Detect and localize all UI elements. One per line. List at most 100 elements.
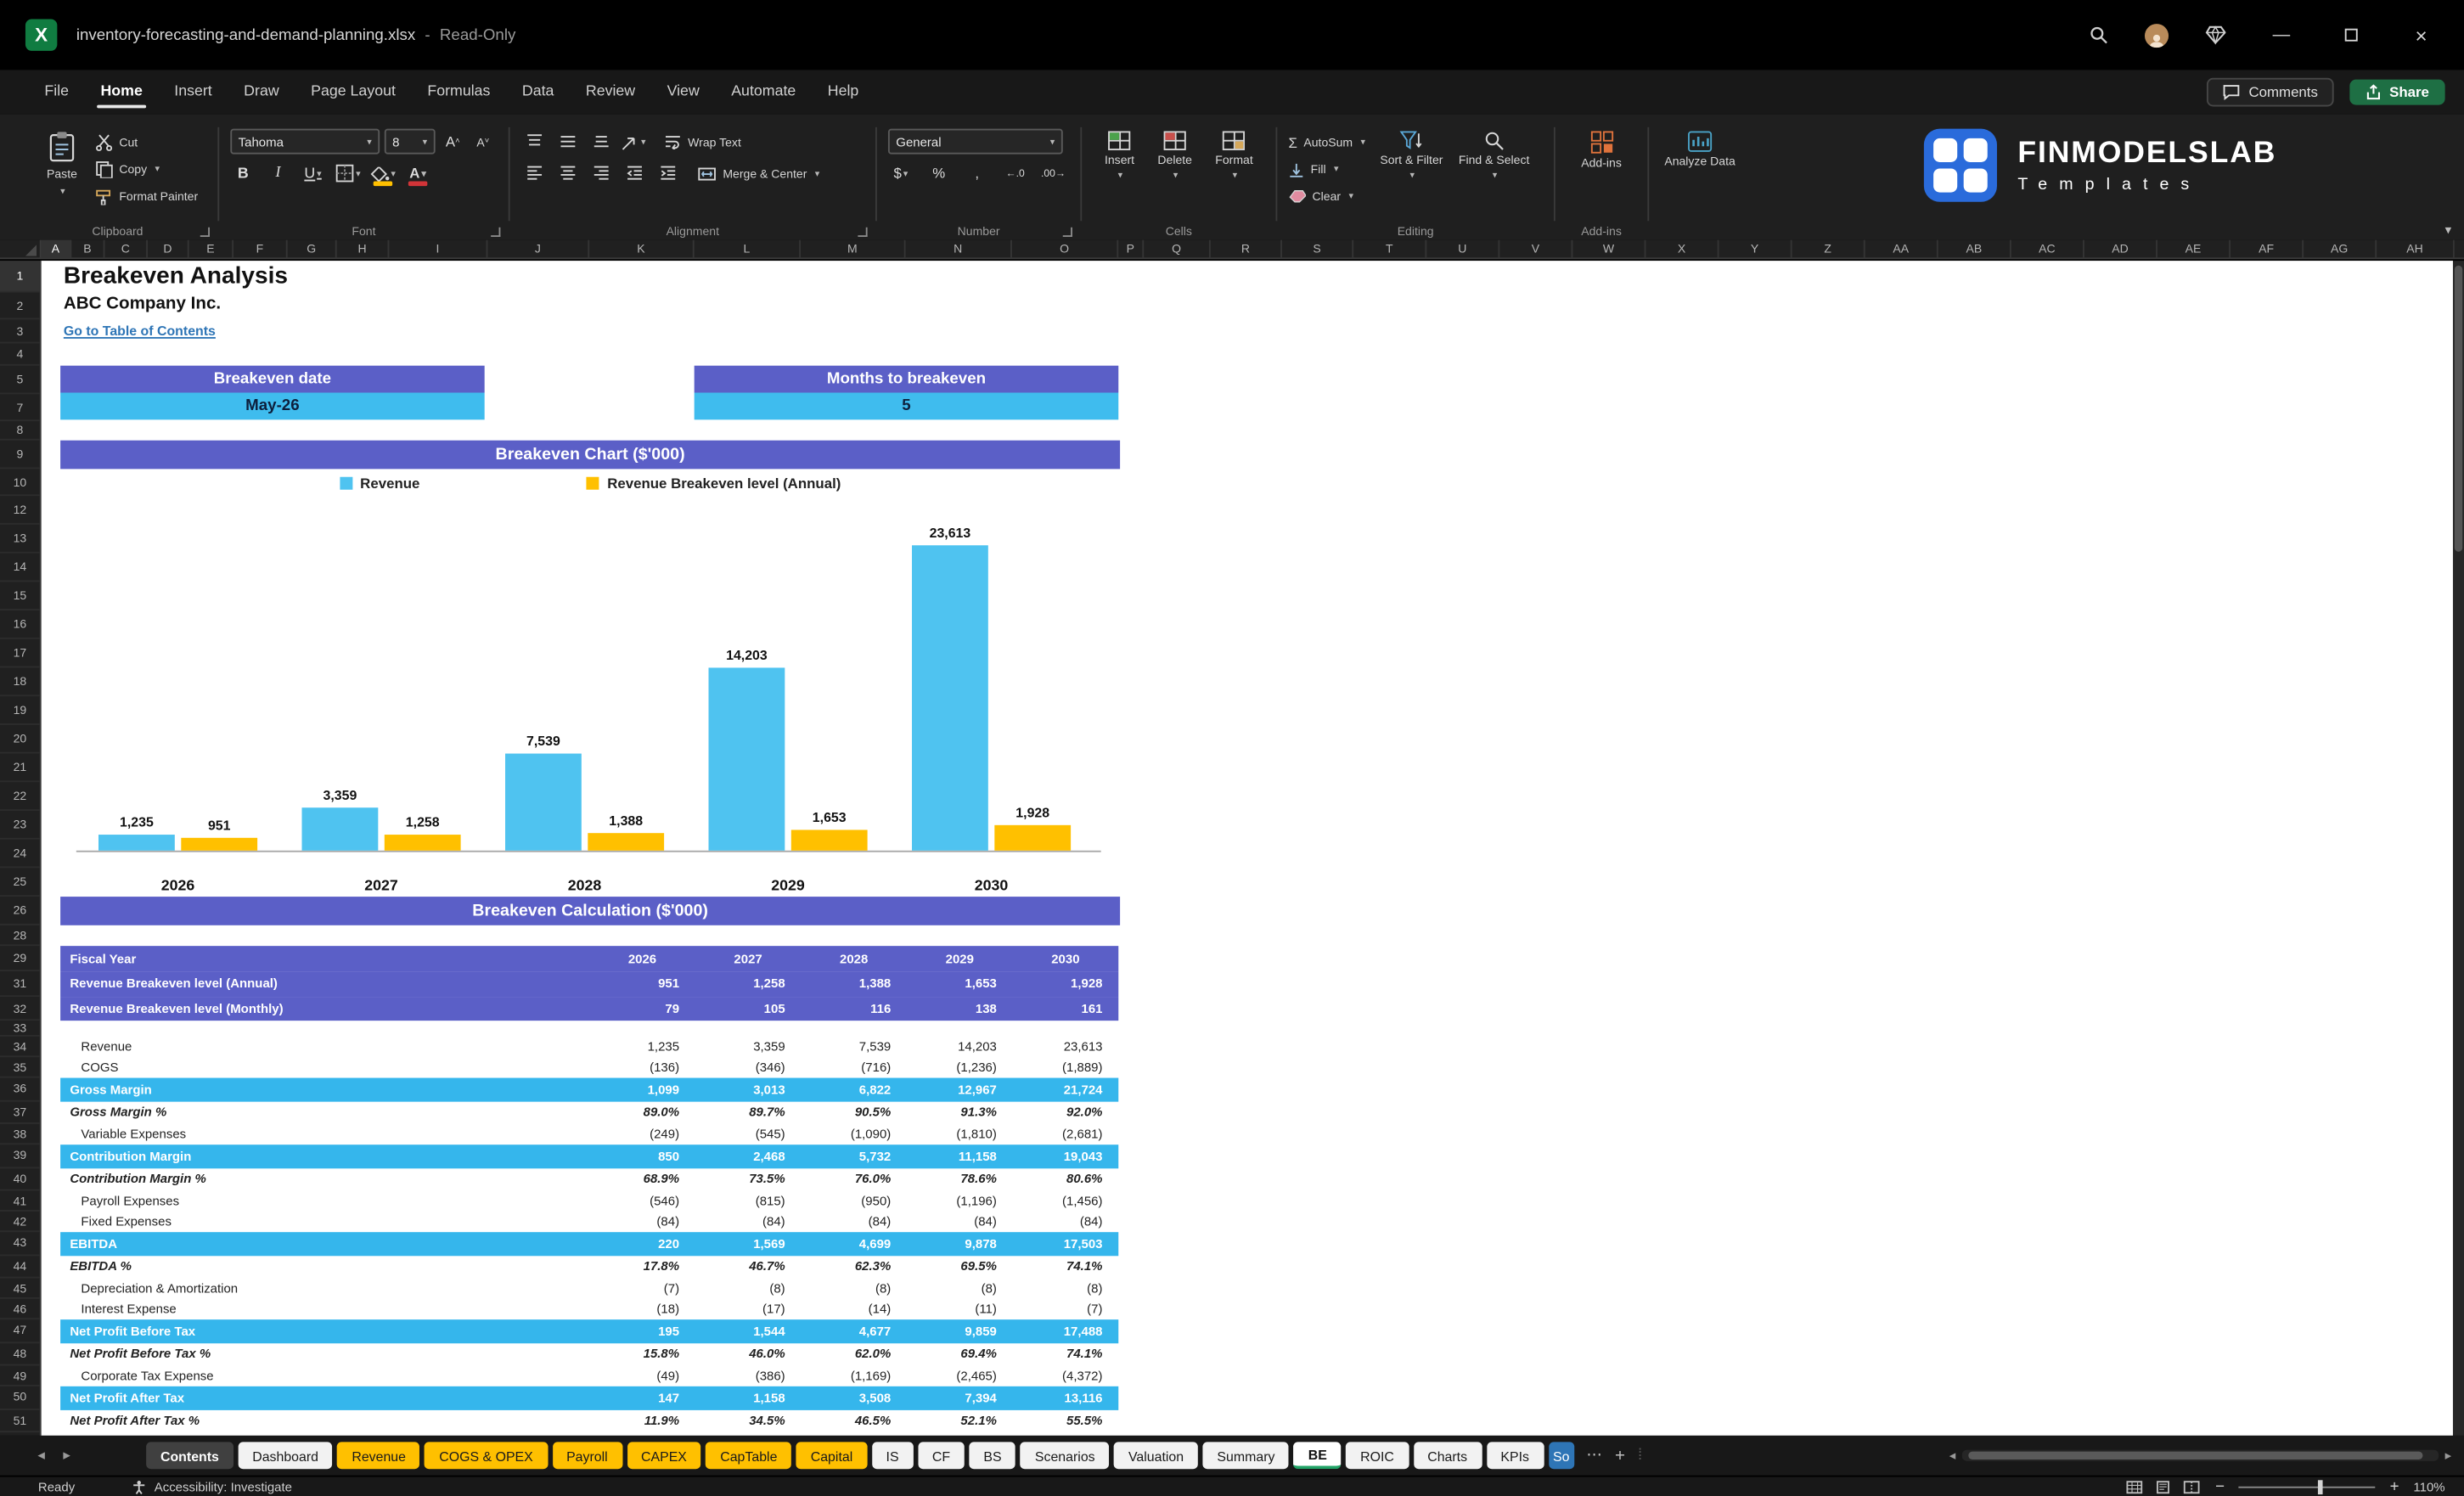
calc-row-label[interactable]: Payroll Expenses — [60, 1194, 589, 1208]
sheet-tab-kpis[interactable]: KPIs — [1486, 1442, 1544, 1470]
calc-cell[interactable]: (8) — [695, 1281, 802, 1296]
sheet-tab-bs[interactable]: BS — [969, 1442, 1016, 1470]
sheet-tab-cf[interactable]: CF — [918, 1442, 965, 1470]
calc-cell[interactable]: 1,099 — [589, 1083, 695, 1097]
sort-filter-button[interactable]: Sort & Filter ▾ — [1375, 124, 1448, 182]
chart-bar-breakeven[interactable] — [588, 832, 665, 851]
column-header-i[interactable]: I — [389, 239, 488, 258]
calc-year-header[interactable]: 2026 — [589, 952, 695, 966]
vertical-scrollbar-thumb[interactable] — [2454, 265, 2463, 552]
column-header-o[interactable]: O — [1012, 239, 1119, 258]
sheet-tab-revenue[interactable]: Revenue — [337, 1442, 420, 1470]
row-header-26[interactable]: 26 — [0, 897, 40, 925]
copy-button[interactable]: Copy ▾ — [95, 157, 198, 181]
calc-row-label[interactable]: Net Profit After Tax — [60, 1391, 589, 1405]
calc-cell[interactable]: (1,169) — [801, 1369, 907, 1383]
align-middle-button[interactable] — [554, 129, 580, 155]
row-header-44[interactable]: 44 — [0, 1255, 40, 1279]
calc-cell[interactable]: (1,236) — [907, 1060, 1013, 1075]
font-dialog-launcher[interactable] — [491, 227, 501, 238]
orientation-button[interactable]: ▾ — [622, 129, 647, 155]
calc-cell[interactable]: 1,653 — [907, 976, 1013, 991]
shrink-font-button[interactable]: A ˅ — [470, 129, 496, 155]
calc-cell[interactable]: 79 — [589, 1001, 695, 1015]
calc-cell[interactable]: 1,388 — [801, 976, 907, 991]
sheet-tab-captable[interactable]: CapTable — [706, 1442, 792, 1470]
calc-cell[interactable]: 80.6% — [1013, 1173, 1119, 1187]
comma-style-button[interactable]: , — [965, 160, 990, 186]
merge-center-button[interactable]: Merge & Center ▾ — [697, 161, 819, 185]
calc-cell[interactable]: 6,822 — [801, 1083, 907, 1097]
sheet-title[interactable]: Breakeven Analysis — [64, 262, 288, 290]
scroll-left-arrow-icon[interactable]: ◂ — [1949, 1448, 1956, 1463]
menu-tab-draw[interactable]: Draw — [228, 73, 295, 111]
column-header-h[interactable]: H — [337, 239, 390, 258]
calc-cell[interactable]: 850 — [589, 1149, 695, 1163]
decrease-decimal-button[interactable]: .00→ — [1041, 160, 1066, 186]
bold-button[interactable]: B — [230, 160, 256, 186]
calc-cell[interactable]: 220 — [589, 1236, 695, 1251]
calc-cell[interactable]: 74.1% — [1013, 1347, 1119, 1361]
column-header-q[interactable]: Q — [1144, 239, 1211, 258]
column-header-ah[interactable]: AH — [2377, 239, 2455, 258]
row-header-47[interactable]: 47 — [0, 1319, 40, 1343]
row-header-2[interactable]: 2 — [0, 293, 40, 320]
calc-cell[interactable]: (8) — [907, 1281, 1013, 1296]
select-all-corner[interactable] — [0, 239, 42, 258]
calc-cell[interactable]: (8) — [801, 1281, 907, 1296]
font-color-button[interactable]: A ▾ — [405, 160, 430, 187]
designer-icon[interactable] — [2197, 18, 2232, 53]
zoom-out-button[interactable]: − — [2215, 1477, 2225, 1495]
calc-cell[interactable]: 90.5% — [801, 1105, 907, 1120]
font-size-select[interactable]: 8 ▾ — [384, 128, 436, 155]
calc-cell[interactable]: (1,090) — [801, 1128, 907, 1142]
row-header-31[interactable]: 31 — [0, 971, 40, 998]
row-header-23[interactable]: 23 — [0, 811, 40, 840]
row-header-14[interactable]: 14 — [0, 554, 40, 582]
accounting-format-button[interactable]: $ ▾ — [888, 160, 914, 186]
calc-cell[interactable]: 23,613 — [1013, 1040, 1119, 1055]
calc-cell[interactable]: (84) — [695, 1215, 802, 1229]
calc-cell[interactable]: 7,539 — [801, 1040, 907, 1055]
calc-cell[interactable]: 69.5% — [907, 1259, 1013, 1274]
column-header-e[interactable]: E — [189, 239, 234, 258]
calc-row-label[interactable]: EBITDA % — [60, 1259, 589, 1274]
search-icon[interactable] — [2081, 18, 2116, 53]
paste-button[interactable]: Paste ▾ — [29, 124, 96, 197]
column-header-x[interactable]: X — [1645, 239, 1719, 258]
calc-cell[interactable]: 62.3% — [801, 1259, 907, 1274]
calc-cell[interactable]: (249) — [589, 1128, 695, 1142]
calc-cell[interactable]: (2,465) — [907, 1369, 1013, 1383]
align-left-button[interactable] — [521, 160, 547, 186]
calc-cell[interactable]: (716) — [801, 1060, 907, 1075]
column-header-ae[interactable]: AE — [2157, 239, 2231, 258]
calc-row-label[interactable]: Gross Margin % — [60, 1105, 589, 1120]
calc-cell[interactable]: (84) — [1013, 1215, 1119, 1229]
align-center-button[interactable] — [554, 160, 580, 186]
calc-cell[interactable]: 147 — [589, 1391, 695, 1405]
column-header-ab[interactable]: AB — [1938, 239, 2011, 258]
row-header-32[interactable]: 32 — [0, 997, 40, 1021]
row-header-4[interactable]: 4 — [0, 343, 40, 366]
calc-cell[interactable]: 15.8% — [589, 1347, 695, 1361]
column-header-g[interactable]: G — [288, 239, 337, 258]
paste-dropdown-icon[interactable]: ▾ — [60, 186, 65, 197]
calc-row-label[interactable]: Revenue Breakeven level (Annual) — [60, 976, 589, 991]
share-button[interactable]: Share — [2349, 79, 2445, 105]
menu-tab-file[interactable]: File — [29, 73, 85, 111]
collapse-rib​bon-chevron-icon[interactable]: ▾ — [2445, 222, 2452, 237]
calc-row-label[interactable]: Contribution Margin — [60, 1149, 589, 1163]
calc-cell[interactable]: (546) — [589, 1194, 695, 1208]
calc-cell[interactable]: (136) — [589, 1060, 695, 1075]
row-header-38[interactable]: 38 — [0, 1124, 40, 1145]
find-select-button[interactable]: Find & Select ▾ — [1458, 124, 1531, 182]
avatar[interactable] — [2144, 23, 2169, 48]
calc-cell[interactable]: (346) — [695, 1060, 802, 1075]
row-header-42[interactable]: 42 — [0, 1212, 40, 1233]
row-header-51[interactable]: 51 — [0, 1409, 40, 1433]
menu-tab-data[interactable]: Data — [506, 73, 570, 111]
calc-cell[interactable]: 46.5% — [801, 1414, 907, 1428]
calc-cell[interactable]: 5,732 — [801, 1149, 907, 1163]
calc-cell[interactable]: (14) — [801, 1302, 907, 1317]
column-header-j[interactable]: J — [487, 239, 590, 258]
